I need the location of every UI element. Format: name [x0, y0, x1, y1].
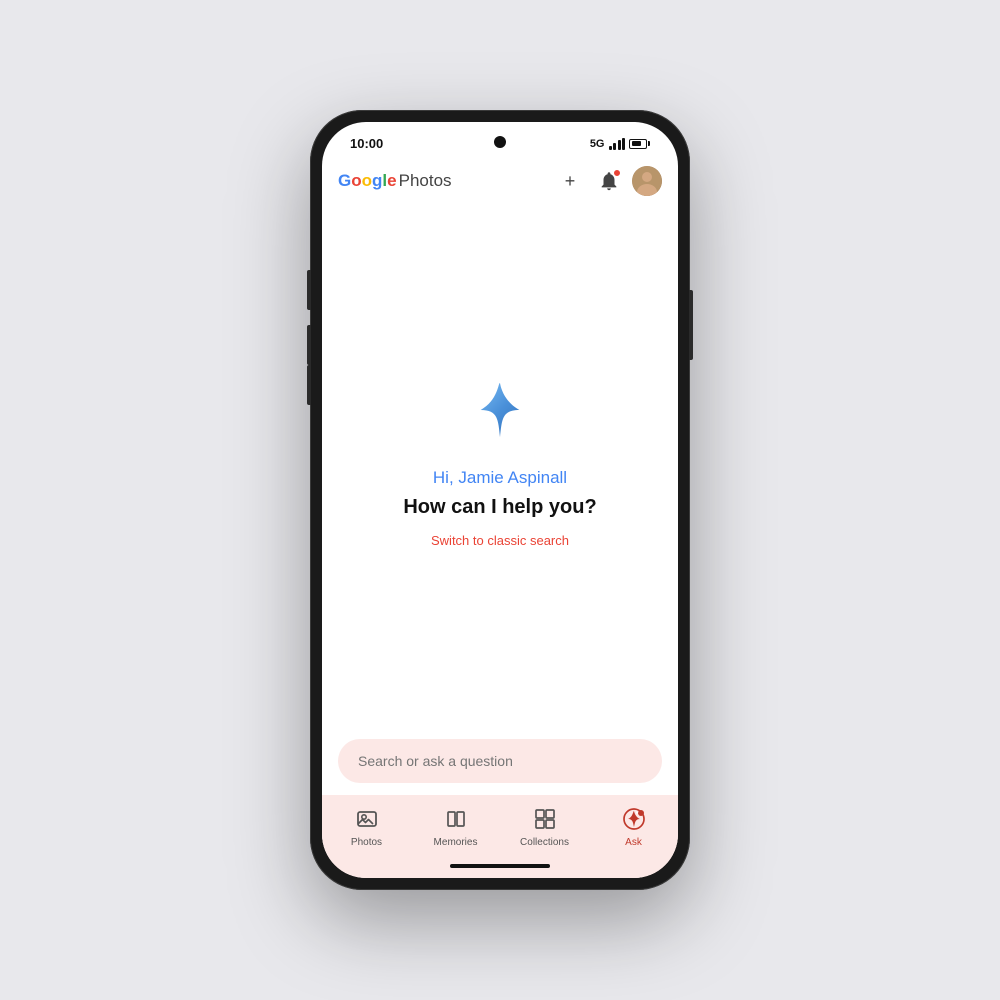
phone-frame: 10:00 5G Googl	[310, 110, 690, 890]
nav-item-photos[interactable]: Photos	[332, 805, 402, 848]
nav-item-memories[interactable]: Memories	[421, 805, 491, 848]
nav-item-collections[interactable]: Collections	[510, 805, 580, 848]
phone-screen: 10:00 5G Googl	[322, 122, 678, 878]
app-name: Photos	[399, 171, 452, 191]
help-text: How can I help you?	[403, 496, 596, 519]
user-avatar[interactable]	[632, 166, 662, 196]
greeting-text: Hi, Jamie Aspinall	[433, 468, 567, 488]
status-bar: 10:00 5G	[322, 122, 678, 157]
classic-search-link[interactable]: Switch to classic search	[431, 533, 569, 548]
logo-e: e	[387, 171, 396, 191]
google-photos-logo: Google Photos	[338, 171, 452, 191]
status-time: 10:00	[350, 136, 383, 151]
bottom-nav-wrapper: Photos Memories	[322, 795, 678, 878]
notification-dot	[613, 169, 621, 177]
memories-nav-label: Memories	[434, 837, 478, 848]
collections-nav-icon	[531, 805, 559, 833]
add-button[interactable]: +	[554, 165, 586, 197]
battery-icon	[629, 139, 650, 149]
ask-nav-label: Ask	[625, 837, 642, 848]
status-icons: 5G	[590, 138, 650, 150]
memories-nav-icon	[442, 805, 470, 833]
logo-g: G	[338, 171, 351, 191]
notification-button[interactable]	[598, 170, 620, 192]
nav-item-ask[interactable]: Ask	[599, 805, 669, 848]
ai-sparkle-icon	[471, 381, 529, 444]
search-area	[322, 731, 678, 795]
main-content: Hi, Jamie Aspinall How can I help you? S…	[322, 207, 678, 731]
avatar-image	[632, 166, 662, 196]
camera-notch	[494, 136, 506, 148]
signal-icon	[609, 138, 626, 150]
network-type: 5G	[590, 138, 605, 150]
photos-nav-icon	[353, 805, 381, 833]
photos-nav-label: Photos	[351, 837, 382, 848]
logo-o2: o	[362, 171, 372, 191]
ask-nav-icon	[620, 805, 648, 833]
logo-o1: o	[351, 171, 361, 191]
home-pill	[450, 864, 550, 868]
app-header: Google Photos +	[322, 157, 678, 207]
header-actions: +	[554, 165, 662, 197]
bottom-navigation: Photos Memories	[322, 795, 678, 856]
search-input[interactable]	[338, 739, 662, 783]
home-indicator	[322, 856, 678, 878]
logo-g2: g	[372, 171, 382, 191]
collections-nav-label: Collections	[520, 837, 569, 848]
